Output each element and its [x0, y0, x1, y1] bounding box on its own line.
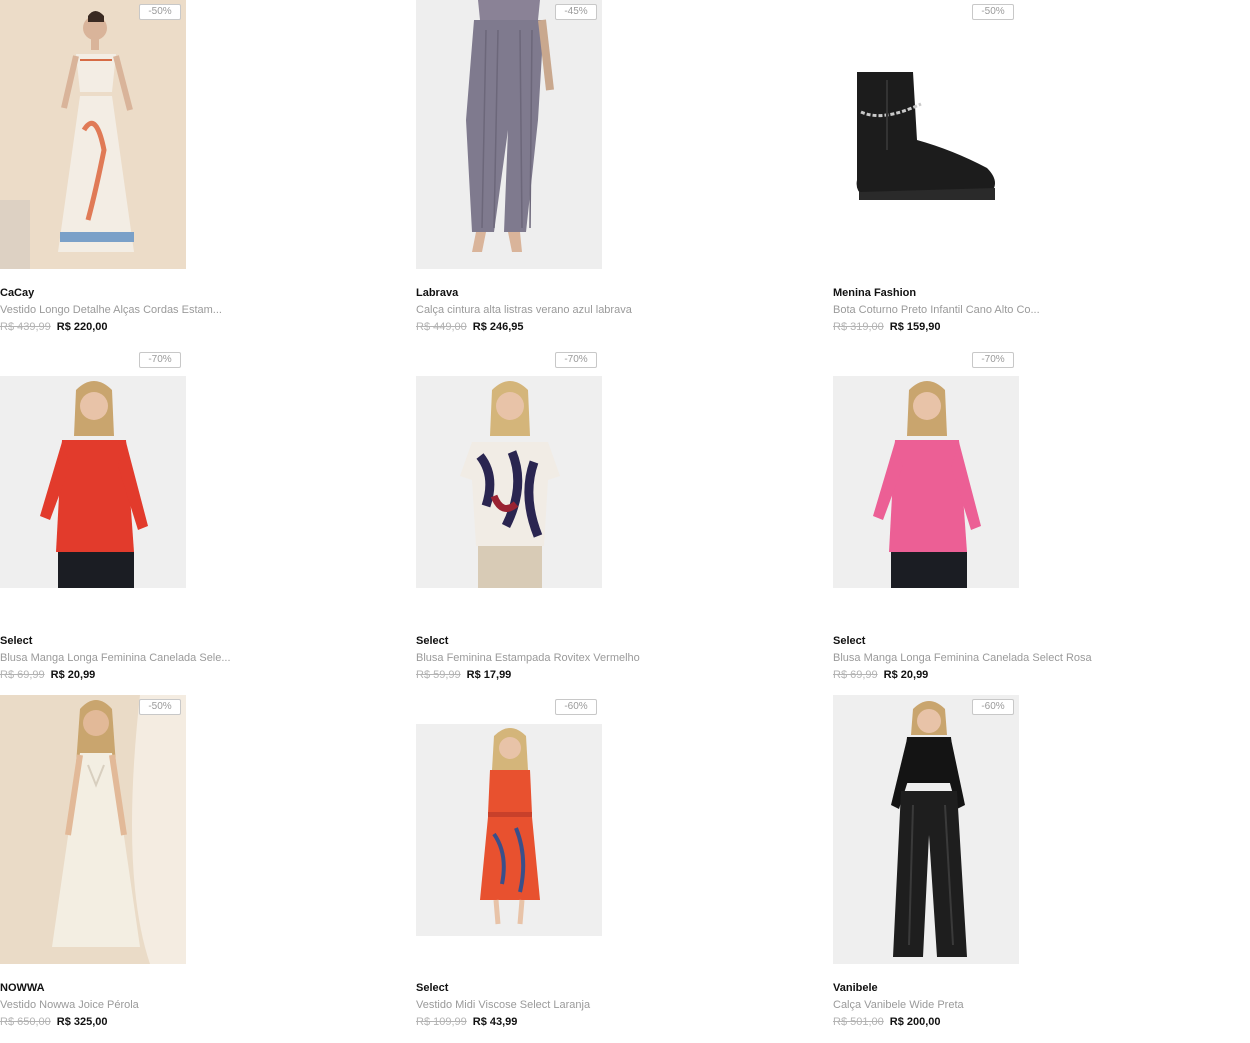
product-name[interactable]: Blusa Manga Longa Feminina Canelada Sele…	[833, 652, 1092, 664]
product-card[interactable]: -60% Vanibele Calça Vanibele Wide Preta …	[833, 695, 1249, 1035]
product-brand[interactable]: Select	[0, 635, 32, 647]
product-prices: R$ 439,99 R$ 220,00	[0, 321, 108, 333]
product-prices: R$ 449,00 R$ 246,95	[416, 321, 524, 333]
product-card[interactable]: -70% Select Blusa Feminina Estampada Rov…	[416, 348, 832, 688]
printed-blouse-photo-icon	[416, 376, 602, 588]
product-image[interactable]	[0, 376, 186, 588]
pink-blouse-photo-icon	[833, 376, 1019, 588]
discount-badge: -60%	[555, 699, 597, 715]
old-price: R$ 319,00	[833, 321, 884, 333]
current-price: R$ 325,00	[56, 1016, 108, 1028]
product-image[interactable]	[416, 724, 602, 936]
current-price: R$ 20,99	[50, 669, 96, 681]
product-name[interactable]: Calça cintura alta listras verano azul l…	[416, 304, 632, 316]
old-price: R$ 109,99	[416, 1016, 467, 1028]
product-brand[interactable]: NOWWA	[0, 982, 45, 994]
product-brand[interactable]: Select	[416, 982, 448, 994]
discount-badge: -50%	[972, 4, 1014, 20]
product-prices: R$ 69,99 R$ 20,99	[0, 669, 95, 681]
old-price: R$ 69,99	[0, 669, 45, 681]
discount-badge: -50%	[139, 699, 181, 715]
black-boot-photo-icon	[833, 0, 1019, 269]
product-brand[interactable]: Vanibele	[833, 982, 878, 994]
product-image[interactable]	[833, 695, 1019, 964]
product-card[interactable]: -70% Select Blusa Manga Longa Feminina C…	[0, 348, 416, 688]
product-name[interactable]: Bota Coturno Preto Infantil Cano Alto Co…	[833, 304, 1040, 316]
product-card[interactable]: -50% NOWWA Vestido Nowwa Joice Pérola R$…	[0, 695, 416, 1035]
product-name[interactable]: Blusa Feminina Estampada Rovitex Vermelh…	[416, 652, 640, 664]
product-image[interactable]	[833, 0, 1019, 269]
product-image[interactable]	[416, 0, 602, 269]
product-brand[interactable]: CaCay	[0, 287, 34, 299]
product-card[interactable]: -45% Labrava Calça cintura alta listras …	[416, 0, 832, 340]
product-brand[interactable]: Select	[416, 635, 448, 647]
product-prices: R$ 319,00 R$ 159,90	[833, 321, 941, 333]
product-card[interactable]: -60% Select Vestido Midi Viscose Select …	[416, 695, 832, 1035]
product-image[interactable]	[0, 0, 186, 269]
product-image[interactable]	[0, 695, 186, 964]
orange-dress-photo-icon	[416, 724, 602, 936]
product-name[interactable]: Vestido Nowwa Joice Pérola	[0, 999, 139, 1011]
striped-pants-photo-icon	[416, 0, 602, 269]
product-card[interactable]: -50% Menina Fashion Bota Coturno Preto I…	[833, 0, 1249, 340]
old-price: R$ 449,00	[416, 321, 467, 333]
product-card[interactable]: -70% Select Blusa Manga Longa Feminina C…	[833, 348, 1249, 688]
current-price: R$ 246,95	[472, 321, 524, 333]
current-price: R$ 220,00	[56, 321, 108, 333]
product-brand[interactable]: Menina Fashion	[833, 287, 916, 299]
product-prices: R$ 59,99 R$ 17,99	[416, 669, 511, 681]
product-card[interactable]: -50% CaCay Vestido Longo Detalhe Alças C…	[0, 0, 416, 340]
black-pants-photo-icon	[833, 695, 1019, 964]
product-image[interactable]	[416, 376, 602, 588]
old-price: R$ 69,99	[833, 669, 878, 681]
discount-badge: -70%	[972, 352, 1014, 368]
product-name[interactable]: Vestido Midi Viscose Select Laranja	[416, 999, 590, 1011]
discount-badge: -60%	[972, 699, 1014, 715]
product-image[interactable]	[833, 376, 1019, 588]
product-prices: R$ 501,00 R$ 200,00	[833, 1016, 941, 1028]
product-name[interactable]: Blusa Manga Longa Feminina Canelada Sele…	[0, 652, 231, 664]
current-price: R$ 159,90	[889, 321, 941, 333]
discount-badge: -70%	[555, 352, 597, 368]
discount-badge: -50%	[139, 4, 181, 20]
old-price: R$ 59,99	[416, 669, 461, 681]
old-price: R$ 501,00	[833, 1016, 884, 1028]
product-name[interactable]: Vestido Longo Detalhe Alças Cordas Estam…	[0, 304, 222, 316]
old-price: R$ 650,00	[0, 1016, 51, 1028]
current-price: R$ 200,00	[889, 1016, 941, 1028]
red-blouse-photo-icon	[0, 376, 186, 588]
cream-dress-photo-icon	[0, 695, 186, 964]
product-prices: R$ 109,99 R$ 43,99	[416, 1016, 517, 1028]
current-price: R$ 17,99	[466, 669, 512, 681]
long-dress-photo-icon	[0, 0, 186, 269]
product-name[interactable]: Calça Vanibele Wide Preta	[833, 999, 964, 1011]
old-price: R$ 439,99	[0, 321, 51, 333]
product-prices: R$ 650,00 R$ 325,00	[0, 1016, 108, 1028]
current-price: R$ 20,99	[883, 669, 929, 681]
discount-badge: -70%	[139, 352, 181, 368]
discount-badge: -45%	[555, 4, 597, 20]
current-price: R$ 43,99	[472, 1016, 518, 1028]
product-prices: R$ 69,99 R$ 20,99	[833, 669, 928, 681]
product-brand[interactable]: Select	[833, 635, 865, 647]
product-brand[interactable]: Labrava	[416, 287, 458, 299]
